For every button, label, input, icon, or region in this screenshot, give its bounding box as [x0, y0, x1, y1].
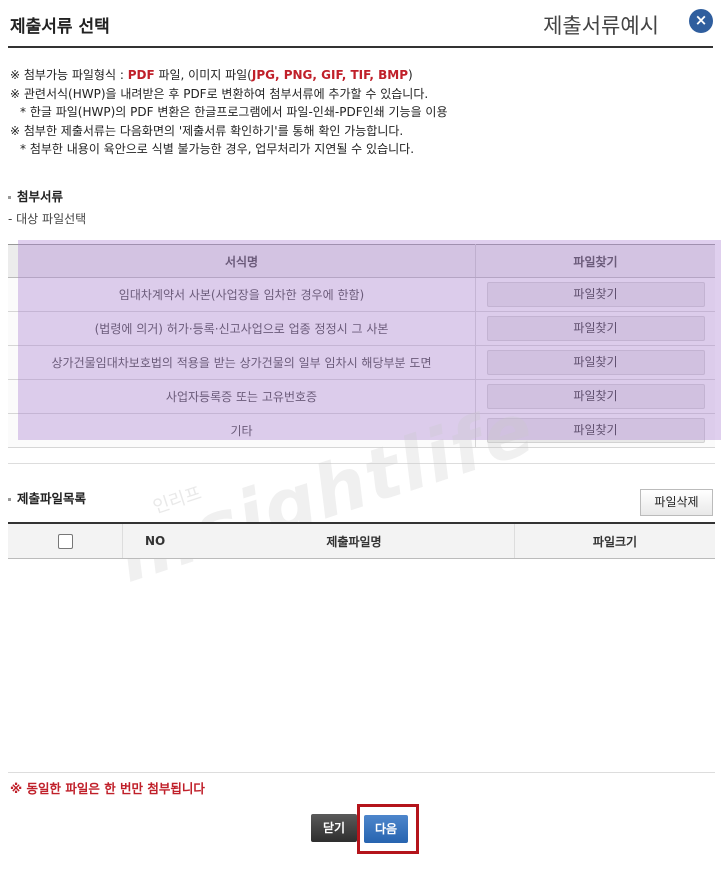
dialog-title: 제출서류 선택: [10, 17, 110, 37]
bullet-icon: [8, 196, 11, 199]
find-file-button[interactable]: 파일찾기: [486, 282, 705, 307]
doc-name: (법령에 의거) 허가·등록·신고사업으로 업종 정정시 그 사본: [8, 311, 476, 346]
example-documents-link[interactable]: 제출서류예시: [543, 10, 659, 40]
duplicate-warning: ※ 동일한 파일은 한 번만 첨부됩니다: [10, 781, 205, 796]
attachment-table: 서식명 파일찾기 임대차계약서 사본(사업장을 임차한 경우에 한함) 파일찾기…: [8, 244, 715, 448]
col-no: NO: [122, 522, 194, 559]
doc-name: 상가건물임대차보호법의 적용을 받는 상가건물의 일부 임차시 해당부분 도면: [8, 345, 476, 380]
table-row: 임대차계약서 사본(사업장을 임차한 경우에 한함) 파일찾기: [8, 277, 715, 312]
doc-action-cell: 파일찾기: [475, 311, 715, 346]
find-file-button[interactable]: 파일찾기: [486, 384, 705, 409]
notice-confirm: ※ 첨부한 제출서류는 다음화면의 '제출서류 확인하기'를 통해 확인 가능합…: [10, 123, 404, 138]
notice-hwp: ※ 관련서식(HWP)을 내려받은 후 PDF로 변환하여 첨부서류에 추가할 …: [10, 86, 429, 101]
target-file-label: - 대상 파일선택: [8, 212, 87, 226]
table-row: (법령에 의거) 허가·등록·신고사업으로 업종 정정시 그 사본 파일찾기: [8, 311, 715, 346]
col-file-size: 파일크기: [514, 522, 715, 559]
table-row: 사업자등록증 또는 고유번호증 파일찾기: [8, 379, 715, 414]
notice-prefix: ※ 첨부가능 파일형식 :: [10, 68, 128, 82]
notice-hwp-sub: * 한글 파일(HWP)의 PDF 변환은 한글프로그램에서 파일-인쇄-PDF…: [20, 105, 448, 119]
find-file-button[interactable]: 파일찾기: [486, 350, 705, 375]
attach-section-title: 첨부서류: [8, 186, 63, 205]
doc-action-cell: 파일찾기: [475, 379, 715, 414]
col-find-file: 파일찾기: [475, 244, 715, 278]
find-file-button[interactable]: 파일찾기: [486, 418, 705, 443]
notice-formats: JPG, PNG, GIF, TIF, BMP: [251, 68, 409, 82]
close-button[interactable]: 닫기: [311, 814, 357, 842]
notice-file-format: ※ 첨부가능 파일형식 : PDF 파일, 이미지 파일(JPG, PNG, G…: [10, 66, 448, 85]
doc-action-cell: 파일찾기: [475, 413, 715, 448]
submitted-file-table: NO 제출파일명 파일크기: [8, 522, 715, 559]
dialog-header: 제출서류 선택 제출서류예시 ×: [8, 0, 713, 48]
file-section-label: 제출파일목록: [17, 491, 87, 506]
find-file-button[interactable]: 파일찾기: [486, 316, 705, 341]
bottom-divider: [8, 772, 715, 773]
col-file-name: 제출파일명: [194, 522, 515, 559]
next-button[interactable]: 다음: [364, 815, 408, 843]
notice-pdf: PDF: [127, 68, 155, 82]
table-row: 상가건물임대차보호법의 적용을 받는 상가건물의 일부 임차시 해당부분 도면 …: [8, 345, 715, 380]
doc-name: 임대차계약서 사본(사업장을 임차한 경우에 한함): [8, 277, 476, 312]
notice-list: ※ 첨부가능 파일형식 : PDF 파일, 이미지 파일(JPG, PNG, G…: [10, 66, 448, 159]
col-doc-name: 서식명: [8, 244, 476, 278]
file-section-title: 제출파일목록: [8, 488, 86, 507]
bullet-icon: [8, 498, 11, 501]
notice-suffix: ): [408, 68, 413, 82]
section-divider: [8, 463, 715, 464]
doc-action-cell: 파일찾기: [475, 345, 715, 380]
doc-name: 사업자등록증 또는 고유번호증: [8, 379, 476, 414]
attach-section-label: 첨부서류: [17, 189, 64, 204]
notice-confirm-sub: * 첨부한 내용이 육안으로 식별 불가능한 경우, 업무처리가 지연될 수 있…: [20, 142, 415, 156]
select-all-checkbox[interactable]: [57, 533, 73, 549]
delete-file-button[interactable]: 파일삭제: [640, 489, 713, 516]
col-select-all: [8, 522, 123, 559]
close-icon[interactable]: ×: [689, 9, 713, 33]
doc-action-cell: 파일찾기: [475, 277, 715, 312]
doc-name: 기타: [8, 413, 476, 448]
notice-mid: 파일, 이미지 파일(: [154, 68, 252, 82]
table-row: 기타 파일찾기: [8, 413, 715, 448]
watermark-logo-small: 인리프: [150, 482, 205, 519]
